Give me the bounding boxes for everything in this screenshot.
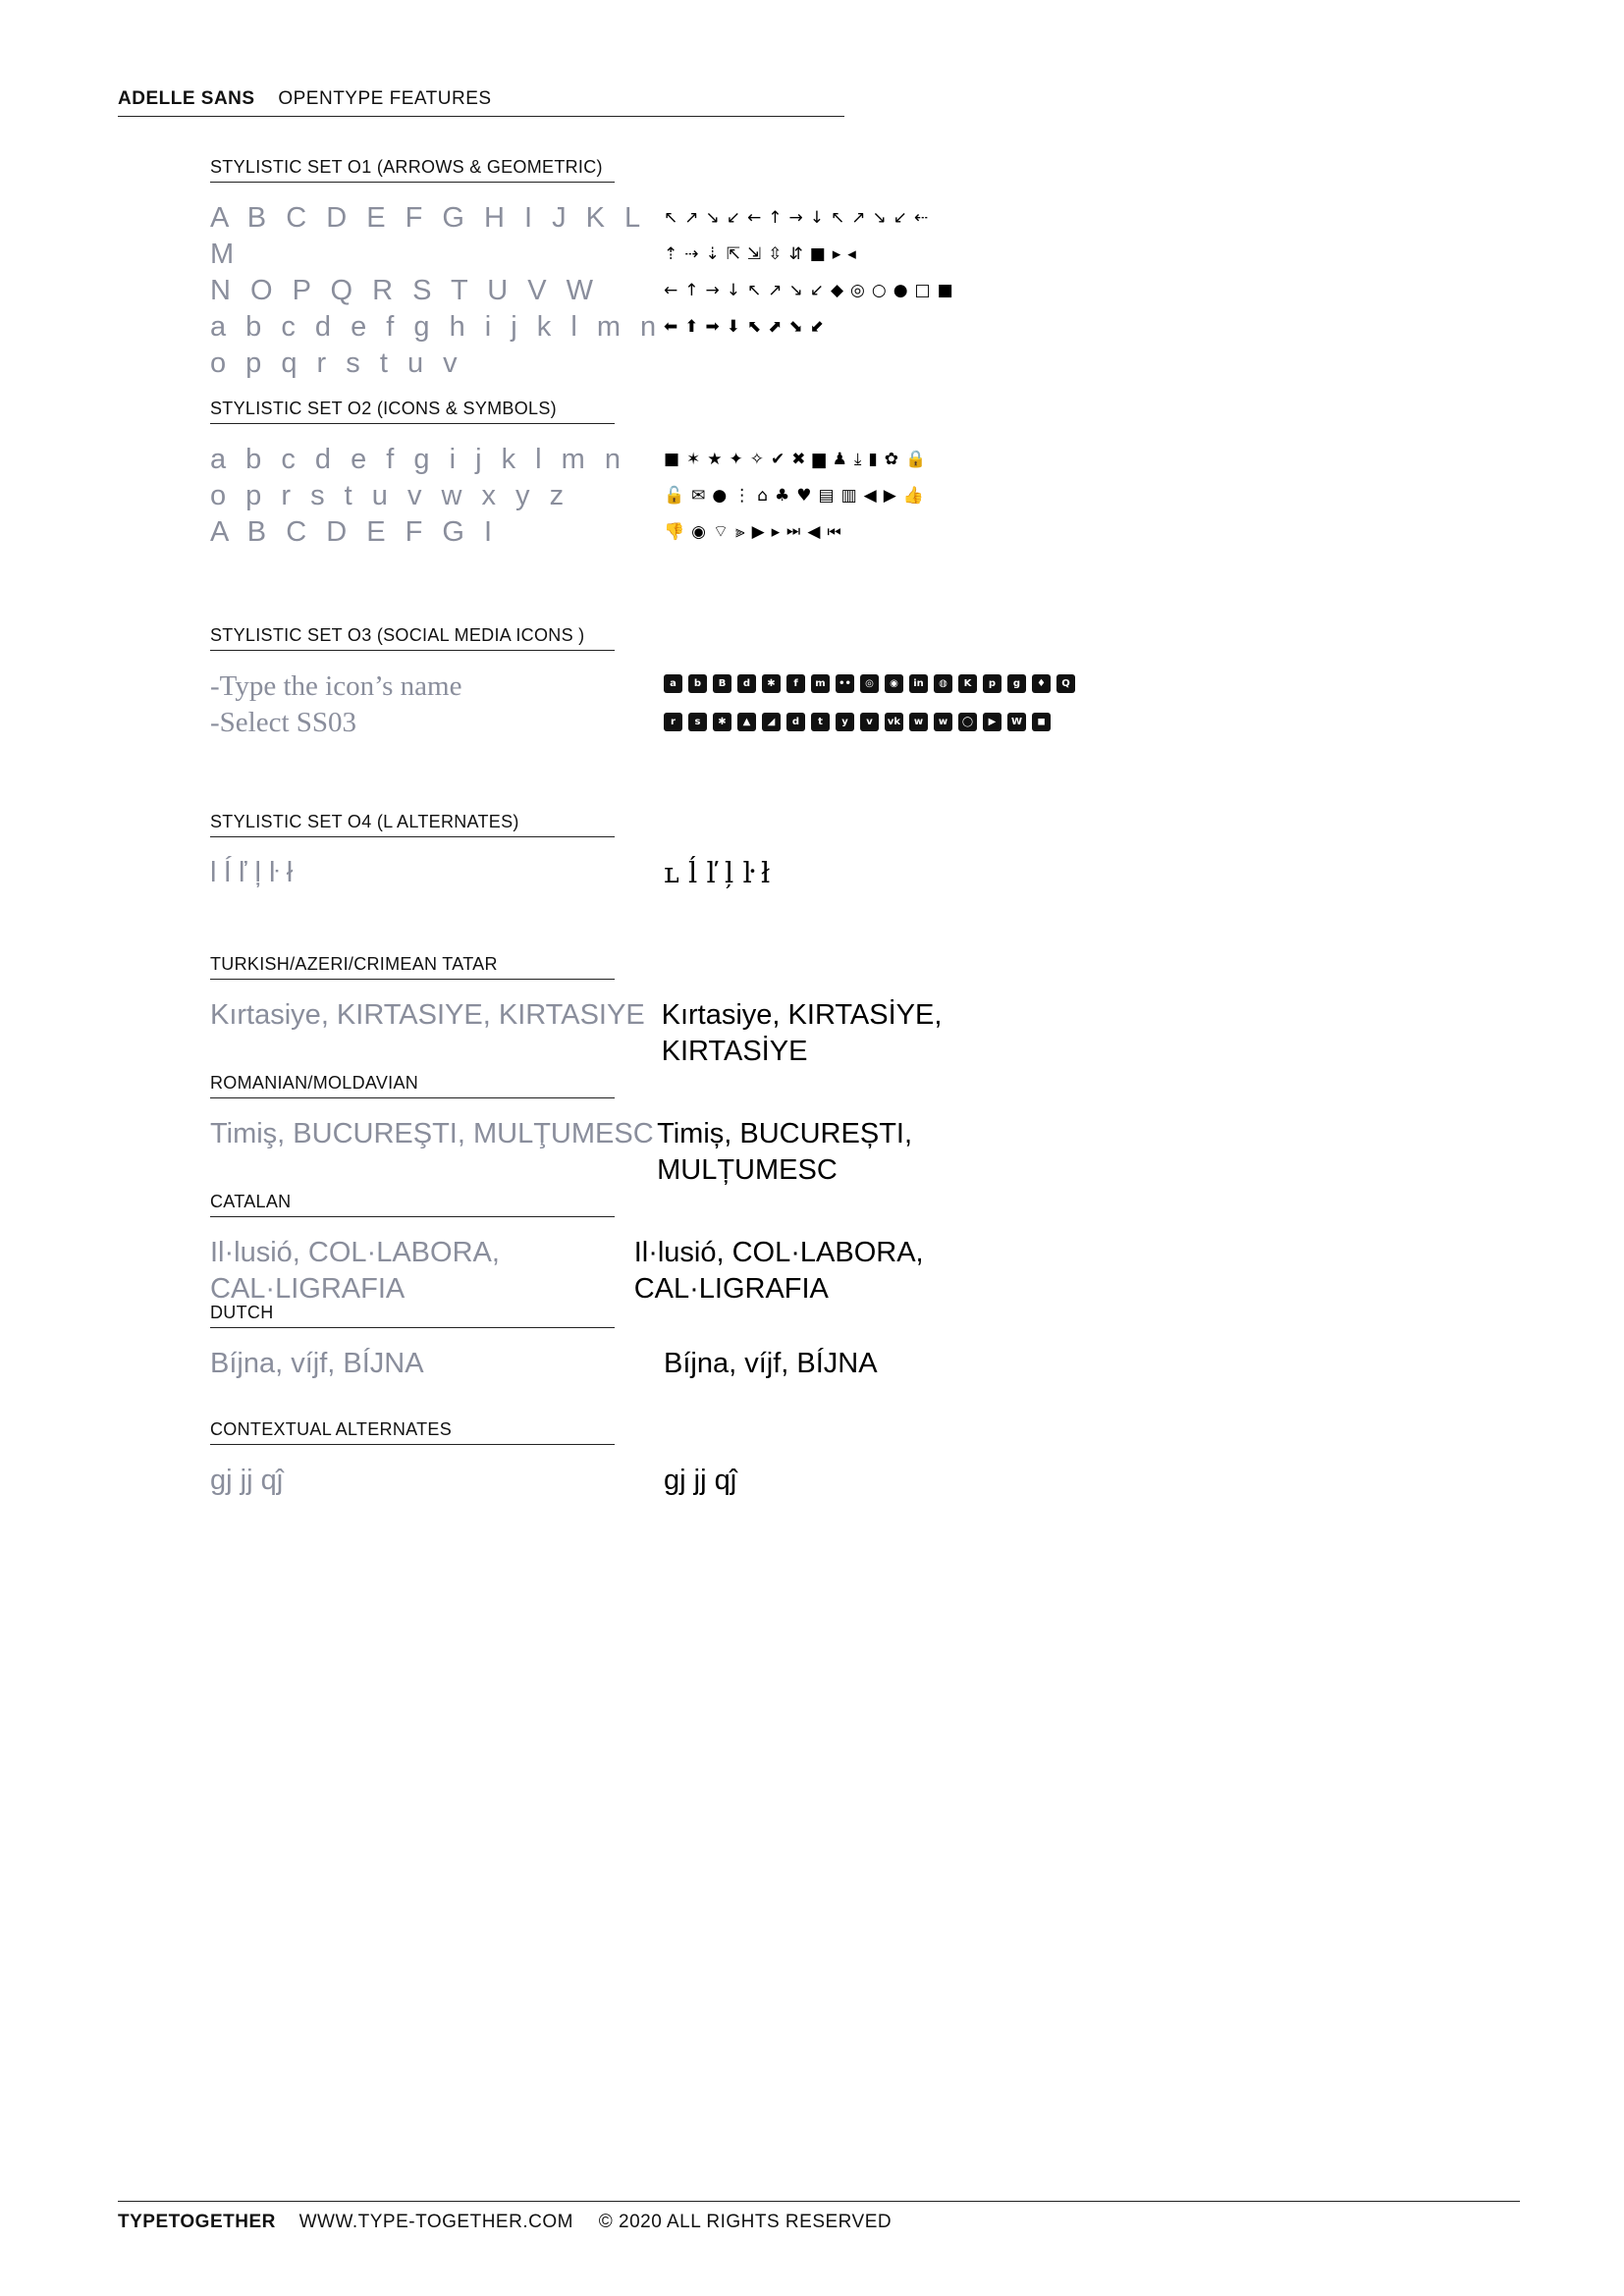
social-media-icon: g (1007, 674, 1026, 693)
social-media-icon: ◼ (1032, 713, 1051, 731)
social-media-icon: p (983, 674, 1001, 693)
section-label: CONTEXTUAL ALTERNATES (210, 1419, 615, 1445)
sample-right: Kırtasiye, KIRTASİYE, KIRTASİYE (661, 999, 943, 1067)
glyph-samples: ■✶★✦✧✔✖▆♟⤓▮✿🔒 🔓✉●⋮⌂♣♥▤▥◀▶👍 👎◉⌔⫸▶▸⏭◀⏮ (664, 442, 933, 551)
section-label: STYLISTIC SET O1 (ARROWS & GEOMETRIC) (210, 157, 615, 183)
social-media-icon: w (934, 713, 952, 731)
section-label: CATALAN (210, 1192, 615, 1217)
glyph-samples: ↖↗↘↙←↑→↓↖↗↘↙⇠ ⇡⇢⇣⇱⇲⇳⇵■▸◂ ←↑→↓↖↗↘↙◆◎○●□■ … (664, 200, 960, 382)
sample-left: Kırtasiye, KIRTASIYE, KIRTASIYE (210, 999, 645, 1031)
sample-left: Bíjna, víjf, BÍJNA (210, 1348, 424, 1379)
glyph-line: ↖↗↘↙←↑→↓↖↗↘↙⇠ (664, 208, 936, 228)
sample-line: a b c d e f g h i j k l m n (210, 311, 663, 343)
social-media-icon: Q (1056, 674, 1075, 693)
glyph-line: ←↑→↓↖↗↘↙◆◎○●□■ (664, 281, 960, 300)
footer-brand: TYPETOGETHER (118, 2212, 276, 2232)
social-media-icon: ◢ (762, 713, 781, 731)
social-media-icon: ▶ (983, 713, 1001, 731)
section-contextual-alternates: CONTEXTUAL ALTERNATES gj jj qĵ gj jj qĵ (210, 1419, 1094, 1499)
sample-left: Timiş, BUCUREŞTI, MULŢUMESC (210, 1118, 654, 1149)
sample-left: Il·lusió, COL·LABORA, CAL·LIGRAFIA (210, 1237, 500, 1305)
social-media-icon: y (836, 713, 854, 731)
section-label: ROMANIAN/MOLDAVIAN (210, 1073, 615, 1098)
section-catalan: CATALAN Il·lusió, COL·LABORA, CAL·LIGRAF… (210, 1192, 1094, 1308)
social-media-icon: t (811, 713, 830, 731)
section-stylistic-set-03: STYLISTIC SET O3 (SOCIAL MEDIA ICONS ) -… (210, 625, 1094, 741)
social-media-icon: ✱ (713, 713, 731, 731)
social-media-icon: B (713, 674, 731, 693)
sample-left: -Type the icon’s name -Select SS03 (210, 668, 664, 741)
social-media-icon: w (909, 713, 928, 731)
section-label: DUTCH (210, 1303, 615, 1328)
social-media-icon: s (688, 713, 707, 731)
section-turkish: TURKISH/AZERI/CRIMEAN TATAR Kırtasiye, K… (210, 954, 1094, 1070)
social-icon-grid: a b Bd ✱ f m •• ◎ ◉ in ◍ Kp g ♦ Qr s ✱ ▲ ◢ d t y v vk w w ◯ ▶ W ◼ (664, 668, 1076, 741)
glyph-line: 🔓✉●⋮⌂♣♥▤▥◀▶👍 (664, 486, 931, 506)
section-label: TURKISH/AZERI/CRIMEAN TATAR (210, 954, 615, 980)
social-media-icon: d (786, 713, 805, 731)
social-media-icon: •• (836, 674, 854, 693)
sample-right: gj jj qĵ (664, 1465, 737, 1496)
social-media-icon: ✱ (762, 674, 781, 693)
sample-line: N O P Q R S T U V W (210, 275, 599, 306)
page-footer: TYPETOGETHER WWW.TYPE-TOGETHER.COM © 202… (118, 2201, 1520, 2233)
sample-left: gj jj qĵ (210, 1465, 284, 1496)
social-media-icon: K (958, 674, 977, 693)
section-dutch: DUTCH Bíjna, víjf, BÍJNA Bíjna, víjf, BÍ… (210, 1303, 1094, 1382)
social-media-icon: v (860, 713, 879, 731)
sample-line: A B C D E F G I (210, 516, 499, 548)
sample-left: A B C D E F G H I J K L M N O P Q R S T … (210, 200, 664, 382)
sample-right: Bíjna, víjf, BÍJNA (664, 1348, 878, 1379)
footer-copyright: © 2020 ALL RIGHTS RESERVED (598, 2212, 893, 2232)
social-media-icon: r (664, 713, 682, 731)
social-media-icon: in (909, 674, 928, 693)
section-stylistic-set-02: STYLISTIC SET O2 (ICONS & SYMBOLS) a b c… (210, 399, 1094, 551)
glyph-line: ⇡⇢⇣⇱⇲⇳⇵■▸◂ (664, 244, 863, 264)
glyph-line: 👎◉⌔⫸▶▸⏭◀⏮ (664, 522, 848, 542)
header-title: OPENTYPE FEATURES (278, 88, 492, 109)
section-label: STYLISTIC SET O3 (SOCIAL MEDIA ICONS ) (210, 625, 615, 651)
page-header: ADELLE SANS OPENTYPE FEATURES (118, 88, 844, 117)
sample-right: ʟ ĺ ľ ļ ŀ ł (664, 856, 771, 889)
section-stylistic-set-01: STYLISTIC SET O1 (ARROWS & GEOMETRIC) A … (210, 157, 1094, 382)
social-media-icon: ◉ (885, 674, 903, 693)
social-media-icon: vk (885, 713, 903, 731)
social-media-icon: a (664, 674, 682, 693)
glyph-line: ⬅⬆➡⬇⬉⬈⬊⬋ (664, 317, 831, 337)
sample-line: a b c d e f g i j k l m n (210, 444, 626, 475)
sample-line: -Type the icon’s name (210, 670, 462, 702)
sample-left: a b c d e f g i j k l m n o p r s t u v … (210, 442, 664, 551)
header-brand: ADELLE SANS (118, 88, 255, 109)
social-media-icon: b (688, 674, 707, 693)
social-media-icon: f (786, 674, 805, 693)
social-media-icon: ♦ (1032, 674, 1051, 693)
social-media-icon: m (811, 674, 830, 693)
social-media-icon: d (737, 674, 756, 693)
sample-line: o p q r s t u v (210, 347, 463, 379)
section-label: STYLISTIC SET O4 (L ALTERNATES) (210, 812, 615, 837)
sample-right: Il·lusió, COL·LABORA, CAL·LIGRAFIA (633, 1237, 924, 1305)
glyph-line: ■✶★✦✧✔✖▆♟⤓▮✿🔒 (664, 450, 934, 469)
sample-left: l ĺ ľ ļ ŀ ł (210, 857, 294, 888)
sample-line: o p r s t u v w x y z (210, 480, 570, 511)
sample-line: A B C D E F G H I J K L M (210, 202, 646, 270)
sample-line: -Select SS03 (210, 707, 357, 738)
social-media-icon: ▲ (737, 713, 756, 731)
social-media-icon: ◎ (860, 674, 879, 693)
social-media-icon: W (1007, 713, 1026, 731)
footer-url: WWW.TYPE-TOGETHER.COM (298, 2212, 573, 2232)
social-media-icon: ◍ (934, 674, 952, 693)
section-romanian: ROMANIAN/MOLDAVIAN Timiş, BUCUREŞTI, MUL… (210, 1073, 1094, 1189)
sample-right: Timiș, BUCUREȘTI, MULȚUMESC (657, 1118, 913, 1186)
social-media-icon: ◯ (958, 713, 977, 731)
section-label: STYLISTIC SET O2 (ICONS & SYMBOLS) (210, 399, 615, 424)
section-stylistic-set-04: STYLISTIC SET O4 (L ALTERNATES) l ĺ ľ ļ … (210, 812, 1094, 891)
